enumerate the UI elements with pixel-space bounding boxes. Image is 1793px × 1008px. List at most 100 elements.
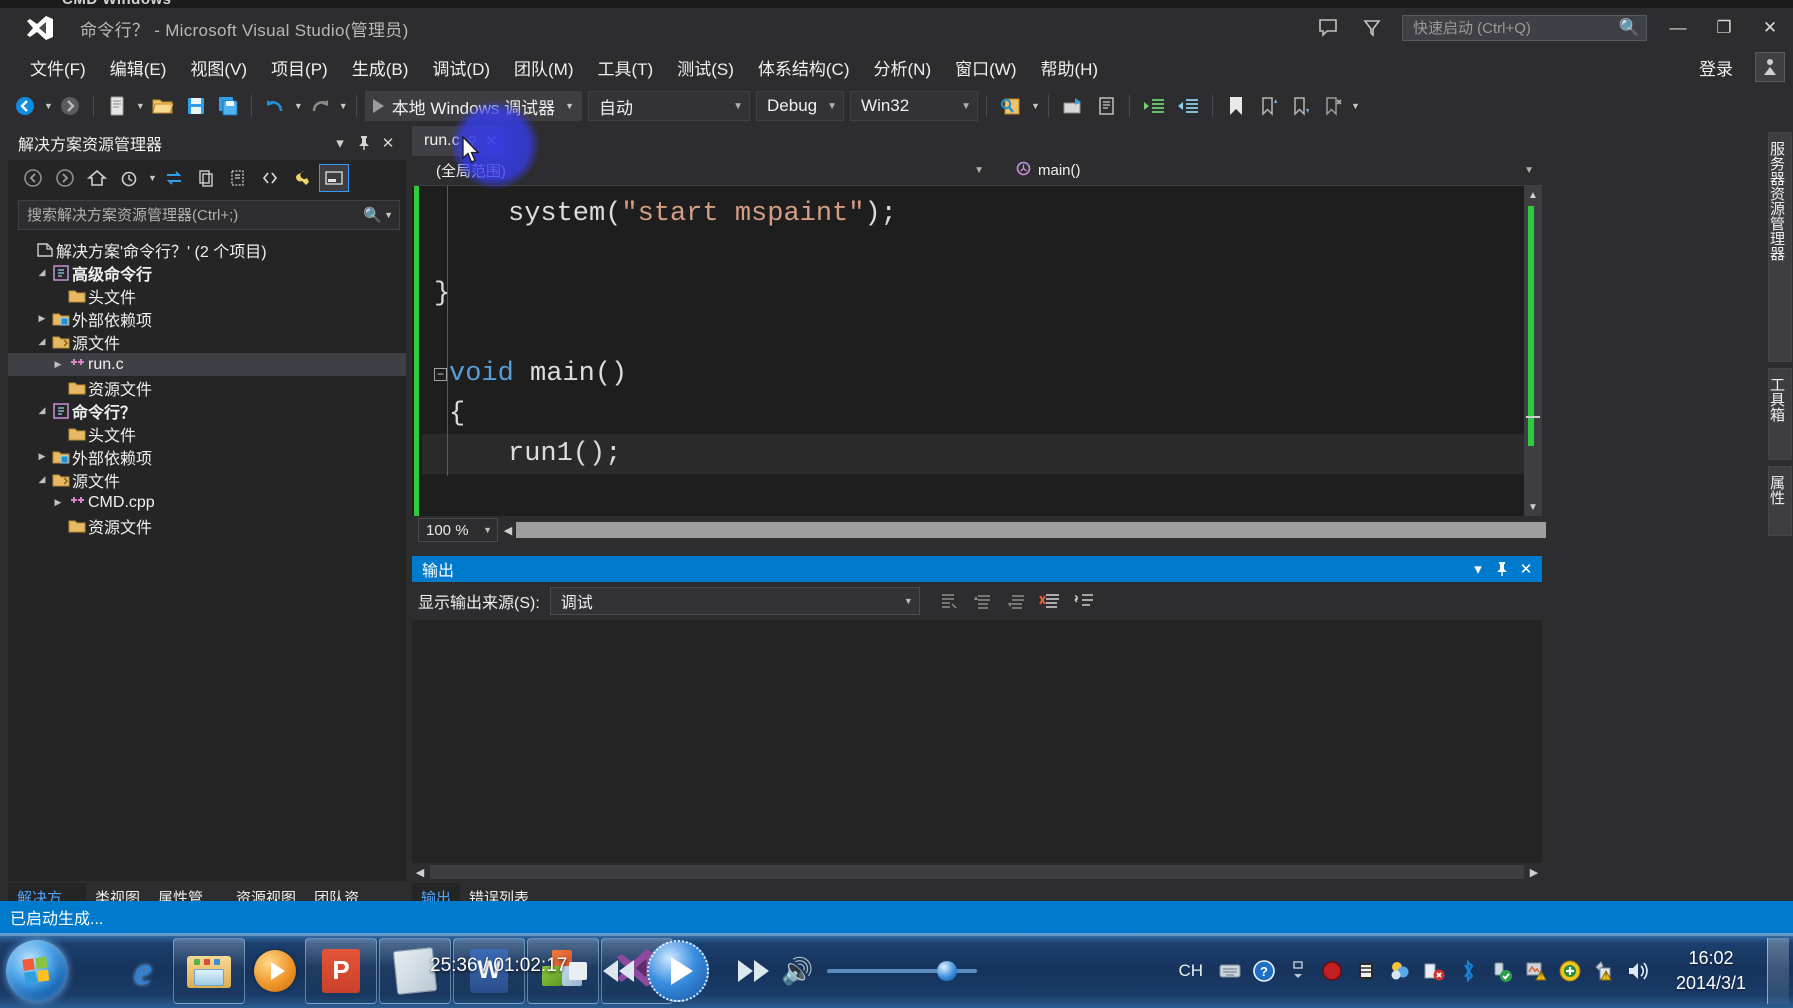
go-to-next-message-icon[interactable] <box>1000 586 1032 616</box>
toolbar-overflow-icon[interactable]: ▼ <box>1351 101 1360 111</box>
output-hscroll-track[interactable] <box>430 865 1524 879</box>
properties-window-icon[interactable] <box>1091 90 1121 122</box>
video-film-icon[interactable] <box>1351 956 1381 986</box>
tree-row-resource-files-2[interactable]: 资源文件 <box>8 514 406 537</box>
back-icon[interactable] <box>18 164 48 192</box>
pin-icon[interactable] <box>352 131 376 155</box>
show-desktop-button[interactable] <box>1767 937 1789 1004</box>
scrollbar-thumb[interactable] <box>1526 416 1540 418</box>
editor-horizontal-scrollbar[interactable]: ◀ ▶ <box>500 520 1546 540</box>
expander-expanded-3[interactable]: ◢ <box>34 405 50 416</box>
code-lines[interactable]: system("start mspaint"); } − void main() … <box>422 186 1542 516</box>
bookmark-icon[interactable] <box>1221 90 1251 122</box>
start-debug-button[interactable]: 本地 Windows 调试器 ▼ <box>364 91 583 121</box>
expander-expanded[interactable]: ◢ <box>34 267 50 278</box>
close-button[interactable]: ✕ <box>1747 8 1793 48</box>
solution-search-input[interactable] <box>27 206 364 224</box>
output-source-combo[interactable]: 调试 ▼ <box>549 587 920 615</box>
tree-row-source-files-1[interactable]: ◢ 源文件 <box>8 330 406 353</box>
taskbar-item-powerpoint[interactable]: P <box>305 937 377 1004</box>
close-tab-icon[interactable]: ✕ <box>485 132 498 150</box>
close-panel-icon[interactable]: ✕ <box>376 131 400 155</box>
save-icon[interactable] <box>181 90 211 122</box>
decrease-indent-icon[interactable] <box>1172 90 1204 122</box>
menu-debug[interactable]: 调试(D) <box>420 51 502 84</box>
properties-icon[interactable] <box>287 164 317 192</box>
media-next-icon[interactable] <box>737 960 769 982</box>
open-file-icon[interactable] <box>147 90 179 122</box>
volume-icon[interactable] <box>1623 956 1653 986</box>
recording-icon[interactable] <box>1317 956 1347 986</box>
preview-selected-items-icon[interactable] <box>318 164 349 192</box>
menu-architecture[interactable]: 体系结构(C) <box>746 51 862 84</box>
navigate-forward-icon[interactable] <box>55 90 85 122</box>
signin-link[interactable]: 登录 <box>1699 55 1733 80</box>
tree-row-header-files-2[interactable]: 头文件 <box>8 422 406 445</box>
member-dropdown[interactable]: main() ▼ <box>992 157 1542 185</box>
tree-row-solution[interactable]: 解决方案'命令行？' (2 个项目) <box>8 238 406 261</box>
expander-collapsed-2[interactable]: ▶ <box>50 359 66 370</box>
home-icon[interactable] <box>82 164 112 192</box>
filter-icon[interactable] <box>1350 8 1394 48</box>
redo-icon[interactable] <box>305 90 335 122</box>
action-center-warning-icon[interactable]: ! <box>1521 956 1551 986</box>
menu-view[interactable]: 视图(V) <box>178 51 259 84</box>
backward-dropdown-icon[interactable]: ▼ <box>44 101 53 111</box>
editor-vertical-scrollbar[interactable]: ▲▼ ▲ ▼ <box>1524 186 1542 516</box>
undo-icon[interactable] <box>260 90 290 122</box>
output-close-icon[interactable]: ✕ <box>1514 557 1538 581</box>
pending-changes-icon[interactable] <box>114 164 144 192</box>
collapse-all-icon[interactable] <box>223 164 253 192</box>
vtab-server-explorer[interactable]: 服务器资源管理器 <box>1768 132 1792 362</box>
next-bookmark-icon[interactable] <box>1285 90 1315 122</box>
taskbar-item-media-player[interactable] <box>246 938 304 1004</box>
volume-slider-knob[interactable] <box>937 961 958 981</box>
start-button[interactable] <box>6 939 68 1002</box>
maximize-button[interactable]: ❐ <box>1701 8 1747 48</box>
solution-search-box[interactable]: 🔍 ▼ <box>18 200 400 230</box>
menu-file[interactable]: 文件(F) <box>18 51 98 84</box>
scope-dropdown[interactable]: (全局范围) ▼ <box>412 157 992 185</box>
forward-icon[interactable] <box>50 164 80 192</box>
bluetooth-icon[interactable] <box>1453 956 1483 986</box>
tree-row-external-deps-2[interactable]: ▶ 外部依赖项 <box>8 445 406 468</box>
tree-row-resource-files-1[interactable]: 资源文件 <box>8 376 406 399</box>
expander-collapsed[interactable]: ▶ <box>34 313 50 324</box>
tree-row-project-advanced[interactable]: ◢ 高级命令行 <box>8 261 406 284</box>
menu-analyze[interactable]: 分析(N) <box>862 51 944 84</box>
quick-launch-input[interactable] <box>1413 19 1619 37</box>
vtab-toolbox[interactable]: 工具箱 <box>1768 368 1792 460</box>
antivirus-icon[interactable] <box>1555 956 1585 986</box>
vtab-properties[interactable]: 属性 <box>1768 466 1792 536</box>
clear-bookmarks-icon[interactable] <box>1317 90 1347 122</box>
scroll-left-arrow-icon[interactable]: ◀ <box>500 524 516 537</box>
refresh-icon[interactable] <box>191 164 221 192</box>
media-volume-slider[interactable] <box>827 961 978 981</box>
taskbar-item-file-explorer[interactable] <box>173 937 245 1004</box>
zoom-level-combo[interactable]: 100 % ▼ <box>418 518 498 542</box>
tree-row-cmd-cpp[interactable]: ▶ CMD.cpp <box>8 491 406 514</box>
tree-row-header-files-1[interactable]: 头文件 <box>8 284 406 307</box>
taskbar-item-office-tools[interactable] <box>527 937 599 1004</box>
tree-row-run-c[interactable]: ▶ run.c <box>8 353 406 376</box>
toggle-word-wrap-icon[interactable] <box>1068 586 1100 616</box>
save-all-icon[interactable] <box>213 90 243 122</box>
menu-build[interactable]: 生成(B) <box>340 51 421 84</box>
menu-help[interactable]: 帮助(H) <box>1028 51 1110 84</box>
tree-row-external-deps-1[interactable]: ▶ 外部依赖项 <box>8 307 406 330</box>
taskbar-item-notepad[interactable] <box>379 937 451 1004</box>
safely-remove-hardware-icon[interactable] <box>1487 956 1517 986</box>
taskbar-item-visual-studio[interactable] <box>601 937 673 1004</box>
find-in-files-icon[interactable] <box>995 90 1027 122</box>
hscroll-track[interactable] <box>516 522 1546 538</box>
new-project-dropdown-icon[interactable]: ▼ <box>136 101 145 111</box>
editor-tab-run-c[interactable]: run.c ⚲ ✕ <box>412 126 504 156</box>
clear-all-icon[interactable] <box>1034 586 1066 616</box>
feedback-icon[interactable] <box>1306 8 1350 48</box>
tree-row-project-cmd[interactable]: ◢ 命令行？ <box>8 399 406 422</box>
expander-expanded-2[interactable]: ◢ <box>34 336 50 347</box>
menu-team[interactable]: 团队(M) <box>502 51 585 84</box>
taskbar-item-word[interactable]: W <box>453 937 525 1004</box>
keyboard-icon[interactable] <box>1215 956 1245 986</box>
output-content[interactable]: ◀ ▶ <box>412 620 1542 881</box>
